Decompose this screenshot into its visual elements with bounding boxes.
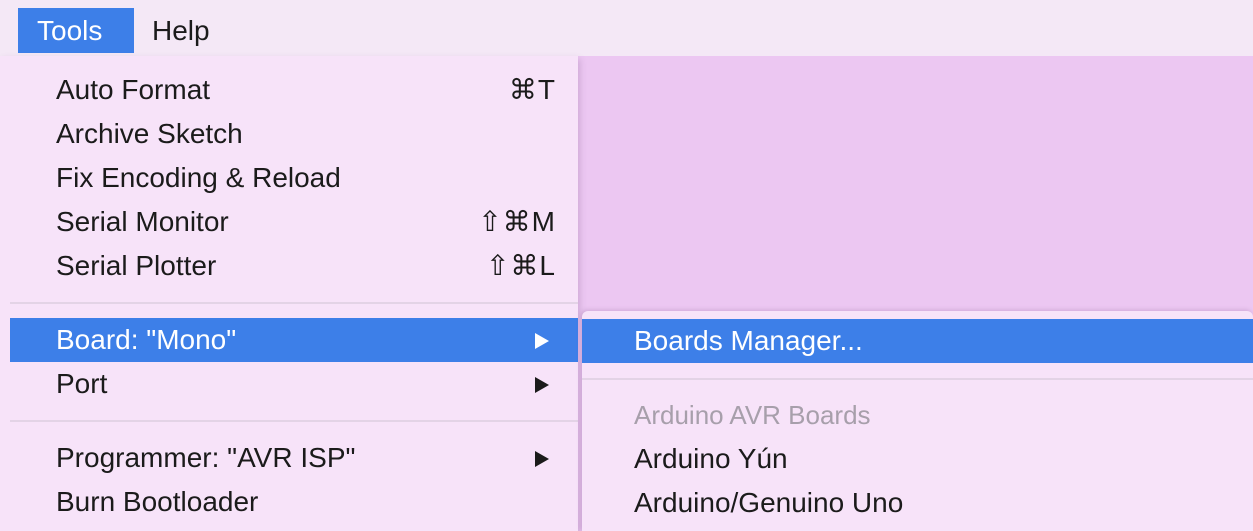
shortcut-label: ⇧⌘M [478,206,556,237]
menu-item-label: Board: "Mono" [56,324,237,355]
menu-item-label: Archive Sketch [56,118,243,149]
menu-item-label: Arduino/Genuino Uno [634,487,904,518]
shortcut-label: ⇧⌘L [485,250,556,281]
menu-item-fix-encoding[interactable]: Fix Encoding & Reload [10,156,578,200]
menu-item-serial-plotter[interactable]: Serial Plotter ⇧⌘L [10,244,578,288]
menu-item-label: Port [56,368,108,399]
board-item-arduino-uno[interactable]: Arduino/Genuino Uno [582,481,1253,525]
menubar-help[interactable]: Help [152,8,232,53]
section-header: Arduino AVR Boards [582,393,1253,437]
menu-item-label: Serial Monitor [56,206,229,237]
submenu-arrow-icon [535,451,549,467]
menu-item-board[interactable]: Board: "Mono" [10,318,578,362]
section-header-label: Arduino AVR Boards [634,400,871,430]
menu-item-port[interactable]: Port [10,362,578,406]
menu-item-label: Programmer: "AVR ISP" [56,442,356,473]
tools-menu: Auto Format ⌘T Archive Sketch Fix Encodi… [0,56,578,531]
menu-separator [10,420,578,422]
menu-item-archive-sketch[interactable]: Archive Sketch [10,112,578,156]
menu-item-label: Burn Bootloader [56,486,259,517]
shortcut-label: ⌘T [508,74,556,105]
menu-item-label: Arduino Yún [634,443,788,474]
menu-separator [582,378,1253,380]
menu-separator [10,302,578,304]
menu-item-label: Fix Encoding & Reload [56,162,341,193]
menu-item-label: Serial Plotter [56,250,217,281]
menu-item-programmer[interactable]: Programmer: "AVR ISP" [10,436,578,480]
board-item-arduino-yun[interactable]: Arduino Yún [582,437,1253,481]
board-submenu: Boards Manager... Arduino AVR Boards Ard… [582,311,1253,531]
menu-item-auto-format[interactable]: Auto Format ⌘T [10,68,578,112]
menu-item-burn-bootloader[interactable]: Burn Bootloader [10,480,578,524]
menu-bar: Tools Help [0,0,1253,56]
submenu-arrow-icon [535,377,549,393]
menu-item-label: Auto Format [56,74,211,105]
menu-item-label: Boards Manager... [634,325,863,356]
boards-manager-item[interactable]: Boards Manager... [582,319,1253,363]
menubar-tools[interactable]: Tools [18,8,134,53]
submenu-arrow-icon [535,333,549,349]
menu-item-serial-monitor[interactable]: Serial Monitor ⇧⌘M [10,200,578,244]
